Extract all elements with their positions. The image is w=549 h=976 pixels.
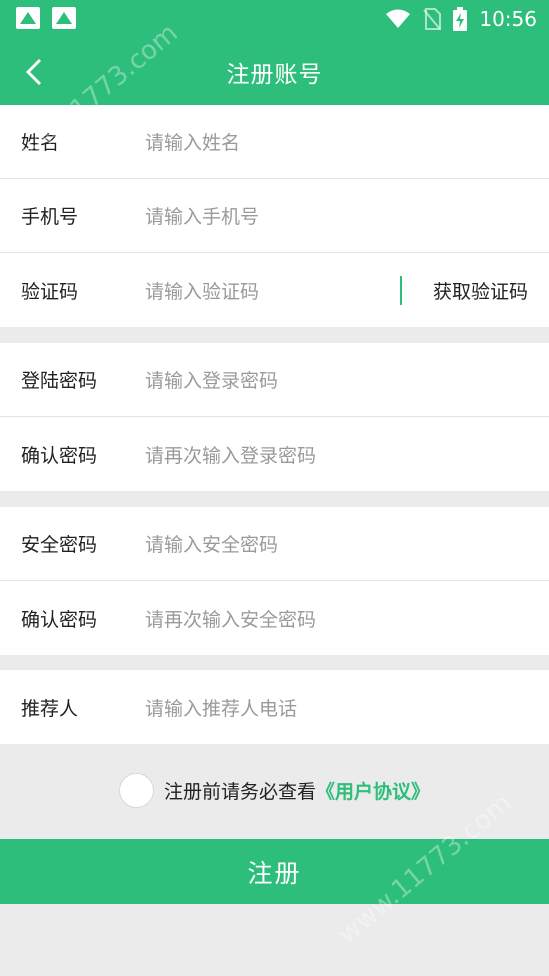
phone-label: 手机号 [21, 206, 79, 228]
referrer-label: 推荐人 [21, 697, 79, 720]
wifi-icon [386, 9, 411, 28]
phone-row: 手机号 请输入手机号 [0, 179, 549, 253]
confirm-safe-password-input[interactable]: 请再次输入安全密码 [145, 605, 316, 632]
app-notification-icon [52, 7, 76, 29]
referrer-input[interactable]: 请输入推荐人电话 [145, 694, 297, 721]
confirm-login-password-row: 确认密码 请再次输入登录密码 [0, 417, 549, 491]
code-label: 验证码 [21, 280, 79, 303]
no-sim-icon [423, 8, 442, 30]
page-title: 注册账号 [226, 61, 323, 88]
agreement-row: 注册前请务必查看 《用户协议》 [0, 760, 549, 820]
login-password-input[interactable]: 请输入登录密码 [145, 366, 278, 393]
referrer-group: 推荐人 请输入推荐人电话 [0, 670, 549, 744]
code-row: 验证码 请输入验证码 获取验证码 [0, 253, 549, 327]
name-label: 姓名 [21, 132, 60, 154]
divider [400, 276, 402, 305]
safe-password-input[interactable]: 请输入安全密码 [145, 530, 278, 557]
safe-password-label: 安全密码 [21, 534, 98, 556]
agreement-text: 注册前请务必查看 [163, 780, 316, 803]
safe-password-row: 安全密码 请输入安全密码 [0, 507, 549, 581]
name-row: 姓名 请输入姓名 [0, 105, 549, 179]
user-agreement-link[interactable]: 《用户协议》 [316, 777, 430, 804]
phone-input[interactable]: 请输入手机号 [145, 202, 259, 229]
login-password-label: 登陆密码 [21, 370, 98, 392]
safe-password-group: 安全密码 请输入安全密码 确认密码 请再次输入安全密码 [0, 507, 549, 655]
referrer-row: 推荐人 请输入推荐人电话 [0, 670, 549, 744]
battery-charging-icon [453, 7, 468, 31]
confirm-login-password-input[interactable]: 请再次输入登录密码 [145, 441, 316, 468]
nav-bar: 注册账号 [0, 38, 549, 105]
app-notification-icon [16, 7, 40, 29]
confirm-safe-password-label: 确认密码 [21, 608, 98, 631]
login-password-row: 登陆密码 请输入登录密码 [0, 343, 549, 417]
register-button[interactable]: 注册 [0, 839, 549, 904]
status-time: 10:56 [479, 7, 537, 31]
code-input[interactable]: 请输入验证码 [145, 277, 259, 304]
name-input[interactable]: 请输入姓名 [145, 128, 240, 155]
get-code-button[interactable]: 获取验证码 [433, 277, 528, 304]
status-bar: 10:56 [0, 0, 549, 38]
confirm-login-password-label: 确认密码 [21, 444, 98, 467]
agreement-checkbox[interactable] [118, 772, 154, 808]
login-password-group: 登陆密码 请输入登录密码 确认密码 请再次输入登录密码 [0, 343, 549, 491]
confirm-safe-password-row: 确认密码 请再次输入安全密码 [0, 581, 549, 655]
basic-info-group: 姓名 请输入姓名 手机号 请输入手机号 验证码 请输入验证码 获取验证码 [0, 105, 549, 327]
